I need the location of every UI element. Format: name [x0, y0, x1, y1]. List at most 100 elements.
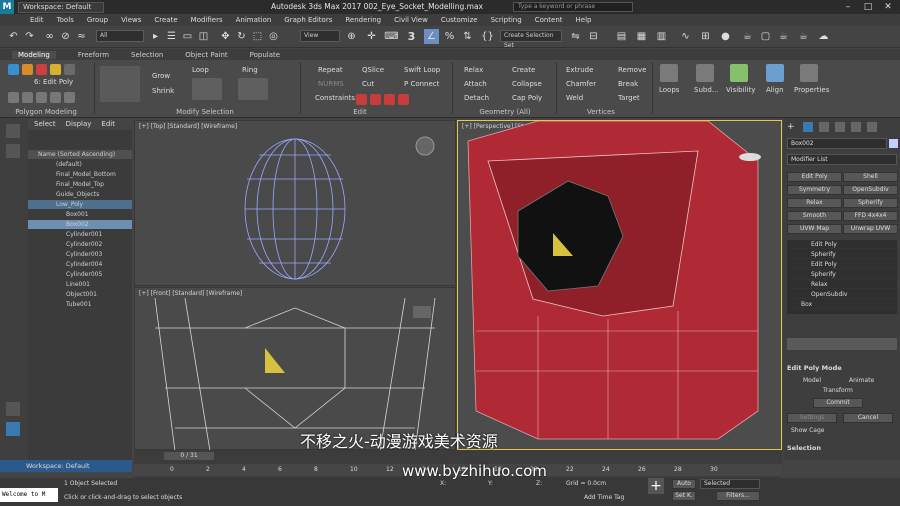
select-move-icon[interactable]: ✥ [218, 29, 233, 44]
tab-edit[interactable]: Edit [101, 120, 115, 128]
window-crossing-icon[interactable]: ◫ [196, 29, 211, 44]
settings-button[interactable]: Settings [787, 413, 837, 423]
rendered-frame-icon[interactable]: ▢ [758, 29, 773, 44]
repeat-button[interactable]: Repeat [318, 66, 343, 74]
tab-object-paint[interactable]: Object Paint [185, 51, 227, 59]
relax-button[interactable]: Relax [464, 66, 483, 74]
scene-item[interactable]: Line001 [28, 280, 132, 289]
modifier-unwrap-uvw-button[interactable]: Unwrap UVW [843, 224, 898, 234]
edit-poly-mode-rollout[interactable]: Edit Poly Mode [787, 364, 842, 372]
grow-label[interactable]: Grow [152, 72, 170, 80]
spinner-snap-icon[interactable]: ⇅ [460, 29, 475, 44]
create-tab-icon[interactable]: + [787, 122, 797, 132]
modifier-smooth-button[interactable]: Smooth [787, 211, 842, 221]
scene-item[interactable]: (default) [28, 160, 132, 169]
layer-explorer-icon[interactable]: ▦ [634, 29, 649, 44]
edge-mode-icon[interactable] [22, 64, 33, 75]
scene-item[interactable]: Cylinder005 [28, 270, 132, 279]
utilities-tab-icon[interactable] [867, 122, 877, 132]
scene-item[interactable]: Final_Model_Top [28, 180, 132, 189]
display-tab-icon[interactable] [851, 122, 861, 132]
stack-item[interactable]: Box [791, 300, 899, 309]
modify-tab-icon[interactable] [803, 122, 813, 132]
key-filters-button[interactable]: Filters... [716, 491, 760, 501]
pivot-center-icon[interactable]: ⊕ [344, 29, 359, 44]
render-production-icon[interactable]: ☕ [776, 29, 791, 44]
tab-select[interactable]: Select [34, 120, 56, 128]
menu-graph-editors[interactable]: Graph Editors [284, 16, 332, 24]
layer-icon[interactable] [6, 402, 20, 416]
extrude-button[interactable]: Extrude [566, 66, 593, 74]
menu-edit[interactable]: Edit [30, 16, 44, 24]
loop-label[interactable]: Loop [192, 66, 209, 74]
loop-tools-icon[interactable] [192, 78, 222, 100]
properties-icon[interactable] [800, 64, 818, 82]
tab-populate[interactable]: Populate [250, 51, 280, 59]
snaps-toggle-icon[interactable]: 3 [404, 29, 419, 44]
edit-poly-stack-label[interactable]: 6: Edit Poly [34, 78, 73, 86]
place-icon[interactable]: ◎ [266, 29, 281, 44]
add-time-tag-button[interactable]: Add Time Tag [584, 494, 624, 501]
object-color-swatch[interactable] [889, 139, 898, 148]
weld-button[interactable]: Weld [566, 94, 583, 102]
scene-item[interactable]: Cylinder001 [28, 230, 132, 239]
schematic-view-icon[interactable]: ⊞ [698, 29, 713, 44]
group-geometry[interactable]: Geometry (All) [460, 108, 550, 116]
select-object-icon[interactable]: ▸ [148, 29, 163, 44]
menu-animation[interactable]: Animation [236, 16, 272, 24]
element-mode-icon[interactable] [64, 64, 75, 75]
bind-space-warp-icon[interactable]: ≈ [74, 29, 89, 44]
swift-loop-button[interactable]: Swift Loop [404, 66, 440, 74]
selection-filter-dropdown[interactable]: All [96, 30, 144, 42]
motion-tab-icon[interactable] [835, 122, 845, 132]
ring-tools-icon[interactable] [238, 78, 268, 100]
modifier-uvw-map-button[interactable]: UVW Map [787, 224, 842, 234]
remove-button[interactable]: Remove [618, 66, 646, 74]
select-rotate-icon[interactable]: ↻ [234, 29, 249, 44]
constraint-edge-icon[interactable] [370, 94, 381, 105]
tab-modeling[interactable]: Modeling [12, 50, 56, 59]
selection-cubes-icon[interactable] [100, 66, 140, 102]
ref-coord-dropdown[interactable]: View [300, 30, 340, 42]
set-key-button[interactable]: Set K. [672, 491, 696, 501]
subdivision-label[interactable]: Subd... [694, 86, 718, 94]
align-icon[interactable]: ⊟ [586, 29, 601, 44]
close-icon[interactable]: ✕ [878, 0, 898, 14]
stack-item[interactable]: Spherify [791, 250, 899, 259]
properties-label[interactable]: Properties [794, 86, 829, 94]
modifier-ffd-button[interactable]: FFD 4x4x4 [843, 211, 898, 221]
scene-item[interactable]: Guide_Objects [28, 190, 132, 199]
modifier-symmetry-button[interactable]: Symmetry [787, 185, 842, 195]
app-icon[interactable]: M [0, 0, 14, 14]
use-stack-icon[interactable] [8, 92, 19, 103]
ribbon-toggle-icon[interactable]: ▥ [654, 29, 669, 44]
cut-button[interactable]: Cut [362, 80, 374, 88]
filter-icon[interactable] [6, 144, 20, 158]
chamfer-button[interactable]: Chamfer [566, 80, 596, 88]
column-header[interactable]: Name (Sorted Ascending) [28, 150, 132, 159]
key-filter-dropdown[interactable]: Selected [700, 479, 760, 489]
preserve-uvs-icon[interactable] [50, 92, 61, 103]
material-editor-icon[interactable]: ● [718, 29, 733, 44]
workspace-dropdown[interactable]: Workspace: Default [18, 1, 104, 13]
viewport-front[interactable]: [+] [Front] [Standard] [Wireframe] [134, 287, 456, 451]
selection-rollout[interactable]: Selection [787, 444, 821, 452]
menu-rendering[interactable]: Rendering [345, 16, 381, 24]
scene-item[interactable]: Object001 [28, 290, 132, 299]
loops-icon[interactable] [660, 64, 678, 82]
create-button[interactable]: Create [512, 66, 535, 74]
object-name-field[interactable]: Box002 [787, 138, 887, 149]
menu-help[interactable]: Help [576, 16, 592, 24]
menu-views[interactable]: Views [121, 16, 141, 24]
constraint-none-icon[interactable] [356, 94, 367, 105]
qslice-button[interactable]: QSlice [362, 66, 384, 74]
menu-customize[interactable]: Customize [441, 16, 478, 24]
rect-selection-icon[interactable]: ▭ [180, 29, 195, 44]
render-iterative-icon[interactable]: ☕ [796, 29, 811, 44]
align-label[interactable]: Align [766, 86, 784, 94]
undo-icon[interactable]: ↶ [6, 29, 21, 44]
menu-tools[interactable]: Tools [57, 16, 74, 24]
scene-item[interactable]: Low_Poly [28, 200, 132, 209]
scene-explorer-icon[interactable]: ▤ [614, 29, 629, 44]
shrink-label[interactable]: Shrink [152, 87, 174, 95]
